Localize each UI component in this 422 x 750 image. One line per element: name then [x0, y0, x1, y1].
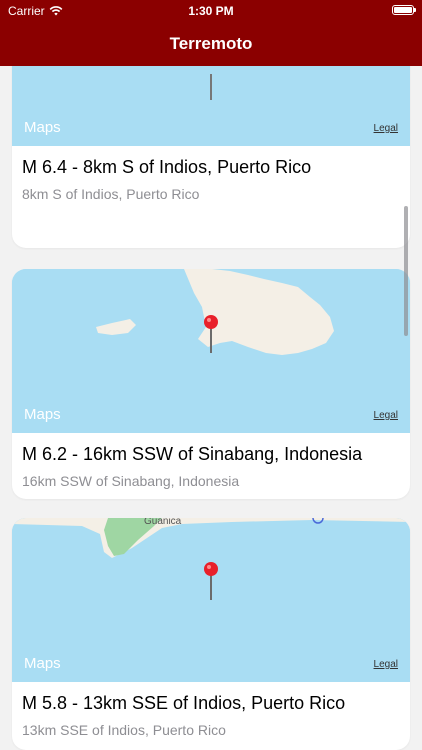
list-item[interactable]: Maps Legal M 6.4 - 8km S of Indios, Puer… [12, 66, 410, 248]
quake-title: M 6.2 - 16km SSW of Sinabang, Indonesia [22, 444, 363, 464]
maps-logo: Maps [24, 406, 61, 423]
map-view[interactable]: Maps Legal [12, 66, 410, 146]
list-item[interactable]: Guánica Maps Legal M 5.8 - 13km SSE of I… [12, 518, 410, 750]
quake-title: M 6.4 - 8km S of Indios, Puerto Rico [22, 157, 312, 177]
navigation-bar: Carrier 1:30 PM Terremoto [0, 0, 422, 66]
earthquake-list[interactable]: Maps Legal M 6.4 - 8km S of Indios, Puer… [0, 66, 422, 750]
legal-link[interactable]: Legal [374, 410, 398, 421]
scrollbar[interactable] [404, 206, 408, 336]
map-view[interactable]: Guánica Maps Legal [12, 518, 410, 682]
battery-icon [392, 5, 416, 15]
quake-title: M 5.8 - 13km SSE of Indios, Puerto Rico [22, 693, 346, 713]
map-place-label: Guánica [144, 518, 182, 527]
page-title: Terremoto [169, 34, 253, 53]
quake-subtitle: 8km S of Indios, Puerto Rico [22, 186, 200, 202]
quake-subtitle: 16km SSW of Sinabang, Indonesia [22, 473, 240, 489]
status-bar: Carrier 1:30 PM [0, 0, 422, 22]
list-item[interactable]: Maps Legal M 6.2 - 16km SSW of Sinabang,… [12, 269, 410, 499]
status-time: 1:30 PM [188, 4, 234, 18]
map-view[interactable]: Maps Legal [12, 269, 410, 433]
legal-link[interactable]: Legal [374, 123, 398, 134]
legal-link[interactable]: Legal [374, 659, 398, 670]
maps-logo: Maps [24, 655, 61, 672]
quake-subtitle: 13km SSE of Indios, Puerto Rico [22, 722, 226, 738]
maps-logo: Maps [24, 119, 61, 136]
